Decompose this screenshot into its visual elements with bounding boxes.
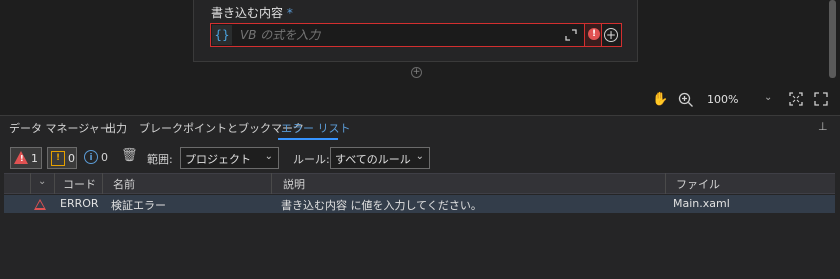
cell-name: 検証エラー [111, 199, 166, 212]
column-header-description[interactable]: 説明 [283, 176, 305, 192]
tab-data-manager[interactable]: データ マネージャー [9, 120, 111, 136]
chevron-down-icon: ⌄ [264, 151, 273, 162]
add-option-button[interactable]: + [604, 28, 618, 42]
column-header-code[interactable]: コード [63, 176, 96, 192]
expression-braces-icon[interactable]: {} [212, 25, 232, 45]
column-divider[interactable] [54, 173, 55, 194]
add-activity-button[interactable]: + [411, 67, 422, 78]
pan-hand-icon[interactable]: ✋ [652, 92, 668, 107]
zoom-level[interactable]: 100% [707, 93, 738, 106]
clear-trash-icon[interactable]: 🗑 [121, 148, 138, 163]
chevron-down-icon: ⌄ [415, 151, 424, 162]
warnings-filter-button[interactable]: ! 0 [47, 147, 77, 169]
column-divider[interactable] [30, 173, 31, 194]
fit-to-screen-icon[interactable] [789, 92, 803, 106]
error-row-icon [34, 199, 46, 210]
warning-icon: ! [51, 151, 65, 166]
field-label: 書き込む内容 * [211, 6, 293, 20]
validation-error-icon[interactable]: ! [584, 24, 602, 46]
scope-label: 範囲: [147, 153, 173, 166]
errors-filter-button[interactable]: ! 1 [10, 147, 42, 169]
info-count: 0 [101, 151, 108, 164]
scope-select[interactable]: プロジェクト ⌄ [180, 147, 279, 169]
error-count: 1 [31, 152, 38, 165]
cell-file: Main.xaml [673, 197, 730, 210]
rule-select[interactable]: すべてのルール ⌄ [330, 147, 430, 169]
warning-count: 0 [68, 152, 75, 165]
cell-description: 書き込む内容 に値を入力してください。 [281, 199, 482, 212]
expand-editor-icon[interactable] [562, 26, 580, 44]
column-divider[interactable] [102, 173, 103, 194]
zoom-in-icon[interactable] [678, 92, 694, 108]
pin-icon[interactable]: ⊥ [818, 120, 828, 133]
cell-code: ERROR [60, 197, 99, 210]
designer-scrollbar[interactable] [829, 0, 836, 78]
tab-breakpoints[interactable]: ブレークポイントとブックマーク [139, 120, 304, 136]
info-icon[interactable]: i [84, 150, 98, 164]
column-divider[interactable] [271, 173, 272, 194]
expression-input[interactable] [236, 25, 556, 45]
rule-label: ルール: [293, 153, 330, 166]
column-divider[interactable] [665, 173, 666, 194]
active-tab-indicator [278, 138, 338, 140]
column-header-name[interactable]: 名前 [113, 176, 135, 192]
tab-error-list[interactable]: エラー リスト [281, 120, 351, 136]
fullscreen-icon[interactable] [814, 92, 828, 106]
zoom-dropdown-icon[interactable]: ⌄ [764, 92, 772, 103]
column-header-file[interactable]: ファイル [676, 176, 720, 192]
tab-output[interactable]: 出力 [105, 120, 127, 136]
error-icon: ! [14, 151, 28, 164]
sort-chevron-icon[interactable]: ⌄ [38, 176, 46, 187]
required-marker: * [286, 6, 293, 20]
